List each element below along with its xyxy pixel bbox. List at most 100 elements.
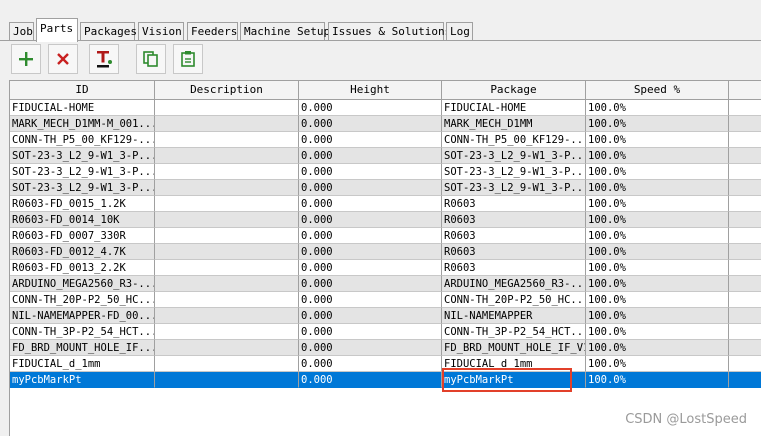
- cell-id[interactable]: R0603-FD_0014_10K: [10, 212, 155, 228]
- column-header-description[interactable]: Description: [155, 81, 299, 99]
- tab-vision[interactable]: Vision: [138, 22, 184, 40]
- cell-description[interactable]: [155, 324, 299, 340]
- cell-package[interactable]: R0603: [442, 260, 586, 276]
- cell-height[interactable]: 0.000: [299, 180, 442, 196]
- cell-speed[interactable]: 100.0%: [586, 164, 729, 180]
- cell-height[interactable]: 0.000: [299, 324, 442, 340]
- cell-package[interactable]: SOT-23-3_L2_9-W1_3-P...: [442, 180, 586, 196]
- cell-description[interactable]: [155, 196, 299, 212]
- cell-package[interactable]: SOT-23-3_L2_9-W1_3-P...: [442, 164, 586, 180]
- cell-id[interactable]: FD_BRD_MOUNT_HOLE_IF...: [10, 340, 155, 356]
- table-row[interactable]: R0603-FD_0014_10K 0.000 R0603 100.0%: [10, 212, 761, 228]
- cell-speed[interactable]: 100.0%: [586, 308, 729, 324]
- table-row[interactable]: SOT-23-3_L2_9-W1_3-P... 0.000 SOT-23-3_L2_…: [10, 164, 761, 180]
- table-row[interactable]: CONN-TH_P5_00_KF129-... 0.000 CONN-TH_P5_0…: [10, 132, 761, 148]
- cell-description[interactable]: [155, 372, 299, 388]
- cell-id[interactable]: SOT-23-3_L2_9-W1_3-P...: [10, 180, 155, 196]
- table-row[interactable]: R0603-FD_0012_4.7K 0.000 R0603 100.0%: [10, 244, 761, 260]
- cell-height[interactable]: 0.000: [299, 164, 442, 180]
- cell-package[interactable]: MARK_MECH_D1MM: [442, 116, 586, 132]
- table-row[interactable]: FIDUCIAL_d_1mm 0.000 FIDUCIAL_d_1mm 100.0%: [10, 356, 761, 372]
- cell-package[interactable]: ARDUINO_MEGA2560_R3-...: [442, 276, 586, 292]
- cell-height[interactable]: 0.000: [299, 228, 442, 244]
- cell-description[interactable]: [155, 116, 299, 132]
- cell-speed[interactable]: 100.0%: [586, 356, 729, 372]
- cell-package[interactable]: FIDUCIAL-HOME: [442, 100, 586, 116]
- table-row[interactable]: ARDUINO_MEGA2560_R3-... 0.000 ARDUINO_MEGA…: [10, 276, 761, 292]
- cell-speed[interactable]: 100.0%: [586, 260, 729, 276]
- remove-part-button[interactable]: [48, 44, 78, 74]
- cell-description[interactable]: [155, 212, 299, 228]
- cell-id[interactable]: R0603-FD_0012_4.7K: [10, 244, 155, 260]
- cell-height[interactable]: 0.000: [299, 308, 442, 324]
- tab-feeders[interactable]: Feeders: [187, 22, 238, 40]
- table-row[interactable]: SOT-23-3_L2_9-W1_3-P... 0.000 SOT-23-3_L2_…: [10, 148, 761, 164]
- table-row[interactable]: SOT-23-3_L2_9-W1_3-P... 0.000 SOT-23-3_L2_…: [10, 180, 761, 196]
- cell-id[interactable]: MARK_MECH_D1MM-M_001...: [10, 116, 155, 132]
- cell-speed[interactable]: 100.0%: [586, 116, 729, 132]
- cell-height[interactable]: 0.000: [299, 340, 442, 356]
- cell-speed[interactable]: 100.0%: [586, 132, 729, 148]
- cell-height[interactable]: 0.000: [299, 212, 442, 228]
- table-row[interactable]: CONN-TH_20P-P2_50_HC... 0.000 CONN-TH_20P-…: [10, 292, 761, 308]
- cell-speed[interactable]: 100.0%: [586, 324, 729, 340]
- cell-description[interactable]: [155, 308, 299, 324]
- cell-id[interactable]: FIDUCIAL-HOME: [10, 100, 155, 116]
- column-header-id[interactable]: ID: [10, 81, 155, 99]
- cell-height[interactable]: 0.000: [299, 260, 442, 276]
- filter-button[interactable]: [89, 44, 119, 74]
- table-row[interactable]: R0603-FD_0015_1.2K 0.000 R0603 100.0%: [10, 196, 761, 212]
- cell-description[interactable]: [155, 276, 299, 292]
- cell-id[interactable]: CONN-TH_P5_00_KF129-...: [10, 132, 155, 148]
- cell-package[interactable]: myPcbMarkPt: [442, 372, 586, 388]
- cell-description[interactable]: [155, 148, 299, 164]
- cell-height[interactable]: 0.000: [299, 372, 442, 388]
- column-header-height[interactable]: Height: [299, 81, 442, 99]
- cell-speed[interactable]: 100.0%: [586, 228, 729, 244]
- cell-description[interactable]: [155, 292, 299, 308]
- cell-description[interactable]: [155, 164, 299, 180]
- cell-speed[interactable]: 100.0%: [586, 100, 729, 116]
- cell-speed[interactable]: 100.0%: [586, 372, 729, 388]
- cell-height[interactable]: 0.000: [299, 100, 442, 116]
- cell-speed[interactable]: 100.0%: [586, 148, 729, 164]
- table-row[interactable]: FD_BRD_MOUNT_HOLE_IF... 0.000 FD_BRD_MOUNT…: [10, 340, 761, 356]
- cell-package[interactable]: CONN-TH_3P-P2_54_HCT...: [442, 324, 586, 340]
- cell-package[interactable]: FIDUCIAL_d_1mm: [442, 356, 586, 372]
- table-row[interactable]: MARK_MECH_D1MM-M_001... 0.000 MARK_MECH_D1…: [10, 116, 761, 132]
- cell-package[interactable]: R0603: [442, 196, 586, 212]
- tab-parts[interactable]: Parts: [36, 18, 78, 42]
- add-part-button[interactable]: [11, 44, 41, 74]
- cell-height[interactable]: 0.000: [299, 148, 442, 164]
- cell-id[interactable]: SOT-23-3_L2_9-W1_3-P...: [10, 148, 155, 164]
- cell-description[interactable]: [155, 180, 299, 196]
- cell-id[interactable]: FIDUCIAL_d_1mm: [10, 356, 155, 372]
- cell-speed[interactable]: 100.0%: [586, 292, 729, 308]
- cell-height[interactable]: 0.000: [299, 292, 442, 308]
- cell-package[interactable]: R0603: [442, 212, 586, 228]
- cell-id[interactable]: CONN-TH_20P-P2_50_HC...: [10, 292, 155, 308]
- tab-log[interactable]: Log: [446, 22, 473, 40]
- cell-speed[interactable]: 100.0%: [586, 180, 729, 196]
- cell-package[interactable]: R0603: [442, 228, 586, 244]
- cell-description[interactable]: [155, 100, 299, 116]
- copy-button[interactable]: [136, 44, 166, 74]
- cell-speed[interactable]: 100.0%: [586, 340, 729, 356]
- cell-speed[interactable]: 100.0%: [586, 196, 729, 212]
- cell-height[interactable]: 0.000: [299, 276, 442, 292]
- cell-description[interactable]: [155, 260, 299, 276]
- cell-id[interactable]: CONN-TH_3P-P2_54_HCT...: [10, 324, 155, 340]
- cell-speed[interactable]: 100.0%: [586, 212, 729, 228]
- cell-description[interactable]: [155, 356, 299, 372]
- column-header-speed[interactable]: Speed %: [586, 81, 729, 99]
- table-row[interactable]: CONN-TH_3P-P2_54_HCT... 0.000 CONN-TH_3P-P…: [10, 324, 761, 340]
- cell-speed[interactable]: 100.0%: [586, 276, 729, 292]
- cell-height[interactable]: 0.000: [299, 196, 442, 212]
- table-row[interactable]: FIDUCIAL-HOME 0.000 FIDUCIAL-HOME 100.0%: [10, 100, 761, 116]
- tab-machine-setup[interactable]: Machine Setup: [240, 22, 330, 40]
- cell-speed[interactable]: 100.0%: [586, 244, 729, 260]
- cell-id[interactable]: ARDUINO_MEGA2560_R3-...: [10, 276, 155, 292]
- table-row[interactable]: myPcbMarkPt 0.000 myPcbMarkPt 100.0%: [10, 372, 761, 388]
- cell-package[interactable]: CONN-TH_20P-P2_50_HC...: [442, 292, 586, 308]
- table-row[interactable]: NIL-NAMEMAPPER-FD_00... 0.000 NIL-NAMEMAPP…: [10, 308, 761, 324]
